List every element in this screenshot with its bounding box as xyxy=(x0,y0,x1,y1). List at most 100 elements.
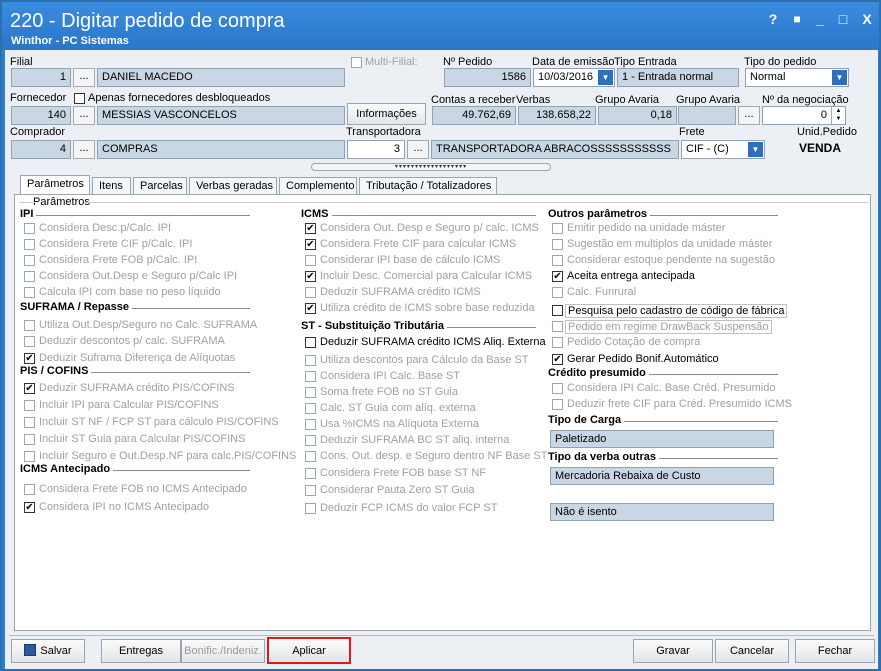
cancelar-button[interactable]: Cancelar xyxy=(715,639,789,663)
chevron-down-icon[interactable]: ▼ xyxy=(748,142,763,157)
checkbox[interactable] xyxy=(24,271,35,282)
checkbox[interactable] xyxy=(552,383,563,394)
salvar-label: Salvar xyxy=(40,645,72,657)
checkbox[interactable] xyxy=(552,239,563,250)
checkbox[interactable] xyxy=(552,223,563,234)
checkbox[interactable] xyxy=(24,287,35,298)
checkbox[interactable] xyxy=(305,337,316,348)
checkbox[interactable] xyxy=(305,255,316,266)
verbas-field: 138.658,22 xyxy=(518,106,596,125)
checkbox[interactable] xyxy=(24,417,35,428)
filial-code-input[interactable]: 1 xyxy=(11,68,71,87)
checkbox[interactable] xyxy=(24,320,35,331)
checkbox[interactable] xyxy=(305,387,316,398)
checkbox[interactable] xyxy=(552,399,563,410)
checkbox[interactable] xyxy=(305,435,316,446)
close-icon[interactable]: X xyxy=(858,10,876,28)
theme-icon[interactable]: ■ xyxy=(788,10,806,28)
transportadora-search-button[interactable]: ... xyxy=(407,140,429,159)
checkbox[interactable] xyxy=(24,434,35,445)
checkbox[interactable]: ✔ xyxy=(305,223,316,234)
checkbox[interactable] xyxy=(552,337,563,348)
checkbox[interactable]: ✔ xyxy=(24,383,35,394)
checkbox[interactable]: ✔ xyxy=(305,303,316,314)
negociacao-spinner[interactable]: ▲ ▼ xyxy=(831,107,845,124)
checkbox[interactable] xyxy=(24,239,35,250)
gravar-button[interactable]: Gravar xyxy=(633,639,713,663)
tipo-entrada-label: Tipo Entrada xyxy=(614,56,677,68)
checkbox[interactable] xyxy=(24,255,35,266)
maximize-icon[interactable]: □ xyxy=(834,10,852,28)
data-emissao-picker[interactable]: 10/03/2016 ▼ xyxy=(533,68,615,87)
minimize-icon[interactable]: _ xyxy=(811,10,829,28)
help-icon[interactable]: ? xyxy=(764,10,782,28)
chevron-down-icon[interactable]: ▼ xyxy=(832,70,847,85)
fornecedor-search-button[interactable]: ... xyxy=(73,106,95,125)
informacoes-button[interactable]: Informações xyxy=(347,103,426,125)
checkbox[interactable] xyxy=(305,287,316,298)
isencao-field[interactable]: Não é isento xyxy=(550,503,774,521)
data-emissao-value: 10/03/2016 xyxy=(538,71,594,83)
grupo-avaria-search-button[interactable]: ... xyxy=(738,106,760,125)
section-icms-divider xyxy=(301,215,536,216)
checkbox[interactable] xyxy=(24,400,35,411)
checkbox[interactable]: ✔ xyxy=(552,354,563,365)
tab-parcelas[interactable]: Parcelas xyxy=(133,177,187,195)
section-icms-title: ICMS xyxy=(301,208,332,220)
frete-select[interactable]: CIF - (C) ▼ xyxy=(681,140,765,159)
tipo-carga-field[interactable]: Paletizado xyxy=(550,430,774,448)
option-label: Considera Frete FOB p/Calc. IPI xyxy=(39,254,198,266)
salvar-button[interactable]: Salvar xyxy=(11,639,85,663)
checkbox[interactable] xyxy=(24,223,35,234)
section-pis-cofins-title: PIS / COFINS xyxy=(20,365,92,377)
checkbox[interactable] xyxy=(552,305,563,316)
option-label: Pedido Cotação de compra xyxy=(567,336,701,348)
transportadora-code-input[interactable]: 3 xyxy=(347,140,405,159)
multi-filial-checkbox[interactable] xyxy=(351,57,362,68)
checkbox[interactable] xyxy=(24,336,35,347)
checkbox[interactable]: ✔ xyxy=(305,271,316,282)
calendar-dropdown-icon[interactable]: ▼ xyxy=(598,70,613,85)
section-tipo-verba-title: Tipo da verba outras xyxy=(548,451,659,463)
checkbox[interactable] xyxy=(305,419,316,430)
tab-parametros[interactable]: Parâmetros xyxy=(20,175,90,195)
checkbox[interactable] xyxy=(552,321,563,332)
apenas-fornecedores-checkbox[interactable] xyxy=(74,93,85,104)
checkbox[interactable] xyxy=(305,371,316,382)
fornecedor-code-input[interactable]: 140 xyxy=(11,106,71,125)
checkbox[interactable] xyxy=(24,451,35,462)
collapse-splitter-handle[interactable]: ▾▾▾▾▾▾▾▾▾▾▾▾▾▾▾▾▾▾ xyxy=(311,163,551,171)
tipo-verba-field[interactable]: Mercadoria Rebaixa de Custo xyxy=(550,467,774,485)
fornecedor-label: Fornecedor xyxy=(10,92,67,104)
tab-complemento[interactable]: Complemento xyxy=(279,177,357,195)
section-tipo-verba: Tipo da verba outras xyxy=(548,451,659,463)
checkbox[interactable] xyxy=(305,503,316,514)
checkbox[interactable] xyxy=(305,468,316,479)
checkbox[interactable] xyxy=(24,484,35,495)
option-label: Deduzir Suframa Diferença de Alíquotas xyxy=(39,352,236,364)
tab-itens[interactable]: Itens xyxy=(92,177,131,195)
aplicar-button[interactable]: Aplicar xyxy=(267,637,351,664)
checkbox[interactable] xyxy=(305,451,316,462)
bonific-indeniz-button[interactable]: Bonific./Indeniz. xyxy=(181,639,265,663)
checkbox[interactable] xyxy=(305,355,316,366)
checkbox[interactable] xyxy=(552,287,563,298)
comprador-search-button[interactable]: ... xyxy=(73,140,95,159)
entregas-button[interactable]: Entregas xyxy=(101,639,181,663)
checkbox[interactable]: ✔ xyxy=(552,271,563,282)
checkbox[interactable]: ✔ xyxy=(305,239,316,250)
fechar-button[interactable]: Fechar xyxy=(795,639,875,663)
save-icon xyxy=(24,644,37,656)
checkbox[interactable]: ✔ xyxy=(24,353,35,364)
filial-search-button[interactable]: ... xyxy=(73,68,95,87)
section-ipi: IPI xyxy=(20,208,37,220)
grupo-avaria-2-input[interactable] xyxy=(678,106,736,125)
comprador-code-input[interactable]: 4 xyxy=(11,140,71,159)
tab-tributacao[interactable]: Tributação / Totalizadores xyxy=(359,177,497,195)
tipo-pedido-select[interactable]: Normal ▼ xyxy=(745,68,849,87)
checkbox[interactable] xyxy=(305,403,316,414)
checkbox[interactable]: ✔ xyxy=(24,502,35,513)
checkbox[interactable] xyxy=(305,485,316,496)
checkbox[interactable] xyxy=(552,255,563,266)
tab-verbas-geradas[interactable]: Verbas geradas xyxy=(189,177,277,195)
